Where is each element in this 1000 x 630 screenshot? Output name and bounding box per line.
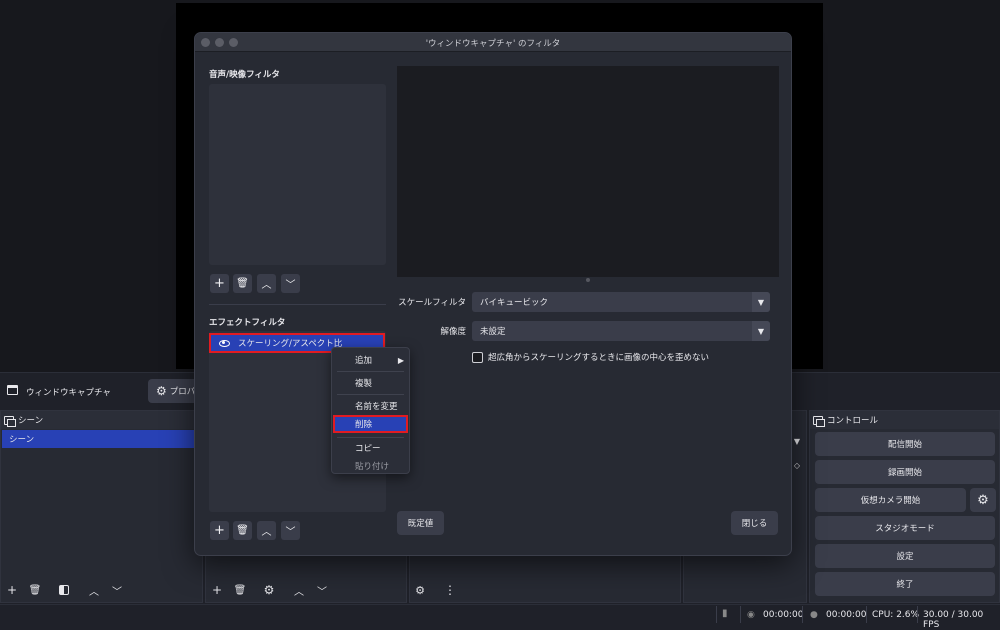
add-filter-icon[interactable]: + — [210, 521, 229, 540]
close-button[interactable]: 閉じる — [731, 511, 778, 535]
start-recording-button[interactable]: 録画開始 — [815, 460, 995, 484]
menu-separator — [337, 371, 404, 372]
defaults-button[interactable]: 既定値 — [397, 511, 444, 535]
remove-filter-icon[interactable]: 🗑 — [233, 521, 252, 540]
move-filter-down-icon[interactable]: ﹀ — [281, 274, 300, 293]
settings-button[interactable]: 設定 — [815, 544, 995, 568]
chevron-down-icon: ▼ — [752, 292, 770, 312]
add-source-icon[interactable]: + — [209, 582, 225, 598]
panel-divider — [209, 304, 386, 305]
effect-filter-item-label: スケーリング/アスペクト比 — [238, 339, 343, 349]
dialog-titlebar: 'ウィンドウキャプチャ' のフィルタ — [195, 33, 791, 52]
move-filter-down-icon[interactable]: ﹀ — [281, 521, 300, 540]
scale-filter-label: スケールフィルタ — [398, 298, 466, 308]
dialog-title: 'ウィンドウキャプチャ' のフィルタ — [425, 39, 561, 49]
menu-item-delete[interactable]: 削除 — [333, 415, 408, 433]
network-bars-icon: ▮ — [722, 608, 728, 619]
submenu-arrow-icon: ▶ — [397, 355, 404, 365]
record-time: 00:00:00 — [826, 610, 867, 620]
scene-list-item[interactable]: シーン — [2, 430, 197, 448]
remove-scene-icon[interactable]: 🗑 — [27, 582, 43, 598]
dock-float-icon[interactable] — [4, 415, 16, 427]
move-scene-down-icon[interactable]: ﹀ — [109, 582, 125, 598]
audio-video-filter-list[interactable] — [209, 84, 386, 265]
move-source-down-icon[interactable]: ﹀ — [314, 582, 330, 598]
selected-source-name: ウィンドウキャプチャ — [26, 388, 111, 398]
remove-source-icon[interactable]: 🗑 — [232, 582, 248, 598]
menu-item-add[interactable]: 追加 ▶ — [332, 351, 409, 369]
eye-visibility-icon[interactable] — [219, 339, 230, 347]
stream-status-icon: ◉ — [747, 610, 755, 620]
resolution-label: 解像度 — [440, 327, 466, 337]
scenes-dock-title: シーン — [1, 411, 202, 429]
status-divider — [802, 606, 803, 623]
context-menu: 追加 ▶ 複製 名前を変更 削除 コピー 貼り付け — [331, 347, 410, 474]
add-scene-icon[interactable]: + — [4, 582, 20, 598]
properties-button-label: プロパ — [169, 387, 196, 397]
menu-item-duplicate[interactable]: 複製 — [332, 374, 409, 392]
controls-dock-title-text: コントロール — [827, 416, 879, 426]
splitter-handle[interactable] — [586, 278, 590, 282]
start-streaming-button[interactable]: 配信開始 — [815, 432, 995, 456]
audio-video-filters-label: 音声/映像フィルタ — [209, 70, 280, 80]
remove-filter-icon[interactable]: 🗑 — [233, 274, 252, 293]
scale-filter-value: バイキュービック — [480, 298, 549, 308]
scenes-dock-title-text: シーン — [18, 416, 44, 426]
start-virtual-camera-button[interactable]: 仮想カメラ開始 — [815, 488, 966, 512]
status-divider — [917, 606, 918, 623]
mixer-menu-dots-icon[interactable]: ⋮ — [442, 582, 458, 598]
undistort-checkbox[interactable] — [472, 351, 483, 363]
move-filter-up-icon[interactable]: ︿ — [257, 521, 276, 540]
effect-filters-label: エフェクトフィルタ — [209, 318, 286, 328]
undistort-checkbox-label: 超広角からスケーリングするときに画像の中心を歪めない — [488, 353, 710, 363]
filter-preview — [397, 66, 779, 277]
dock-float-icon[interactable] — [813, 415, 825, 427]
filters-dialog: 'ウィンドウキャプチャ' のフィルタ 音声/映像フィルタ + 🗑 ︿ ﹀ エフェ… — [194, 32, 792, 556]
source-properties-gear-icon[interactable]: ⚙ — [261, 582, 277, 598]
scene-filters-icon[interactable] — [56, 582, 72, 598]
add-filter-icon[interactable]: + — [210, 274, 229, 293]
mixer-settings-gear-icon[interactable]: ⚙ — [412, 582, 428, 598]
status-divider — [740, 606, 741, 623]
status-divider — [716, 606, 717, 623]
window-icon — [7, 385, 18, 395]
menu-separator — [337, 394, 404, 395]
studio-mode-button[interactable]: スタジオモード — [815, 516, 995, 540]
gear-icon: ⚙ — [156, 384, 167, 398]
menu-item-add-label: 追加 — [355, 356, 373, 366]
move-filter-up-icon[interactable]: ︿ — [257, 274, 276, 293]
stream-time: 00:00:00 — [763, 610, 804, 620]
virtual-camera-settings-gear-icon[interactable]: ⚙ — [970, 488, 996, 512]
properties-button[interactable]: ⚙ プロパ — [148, 379, 198, 403]
exit-button[interactable]: 終了 — [815, 572, 995, 596]
menu-separator — [337, 437, 404, 438]
record-status-icon: ● — [810, 610, 818, 620]
resolution-value: 未設定 — [480, 327, 506, 337]
status-divider — [866, 606, 867, 623]
cpu-usage: CPU: 2.6% — [872, 610, 920, 620]
chevron-down-icon: ▼ — [752, 321, 770, 341]
scale-filter-select[interactable]: バイキュービック ▼ — [472, 292, 770, 312]
controls-dock-title: コントロール — [810, 411, 999, 429]
fps-readout: 30.00 / 30.00 FPS — [923, 610, 984, 630]
resolution-select[interactable]: 未設定 ▼ — [472, 321, 770, 341]
menu-item-rename[interactable]: 名前を変更 — [332, 397, 409, 415]
menu-item-paste[interactable]: 貼り付け — [332, 457, 409, 475]
menu-item-copy[interactable]: コピー — [332, 439, 409, 457]
move-scene-up-icon[interactable]: ︿ — [86, 582, 102, 598]
move-source-up-icon[interactable]: ︿ — [291, 582, 307, 598]
undistort-checkbox-row[interactable]: 超広角からスケーリングするときに画像の中心を歪めない — [472, 351, 709, 363]
